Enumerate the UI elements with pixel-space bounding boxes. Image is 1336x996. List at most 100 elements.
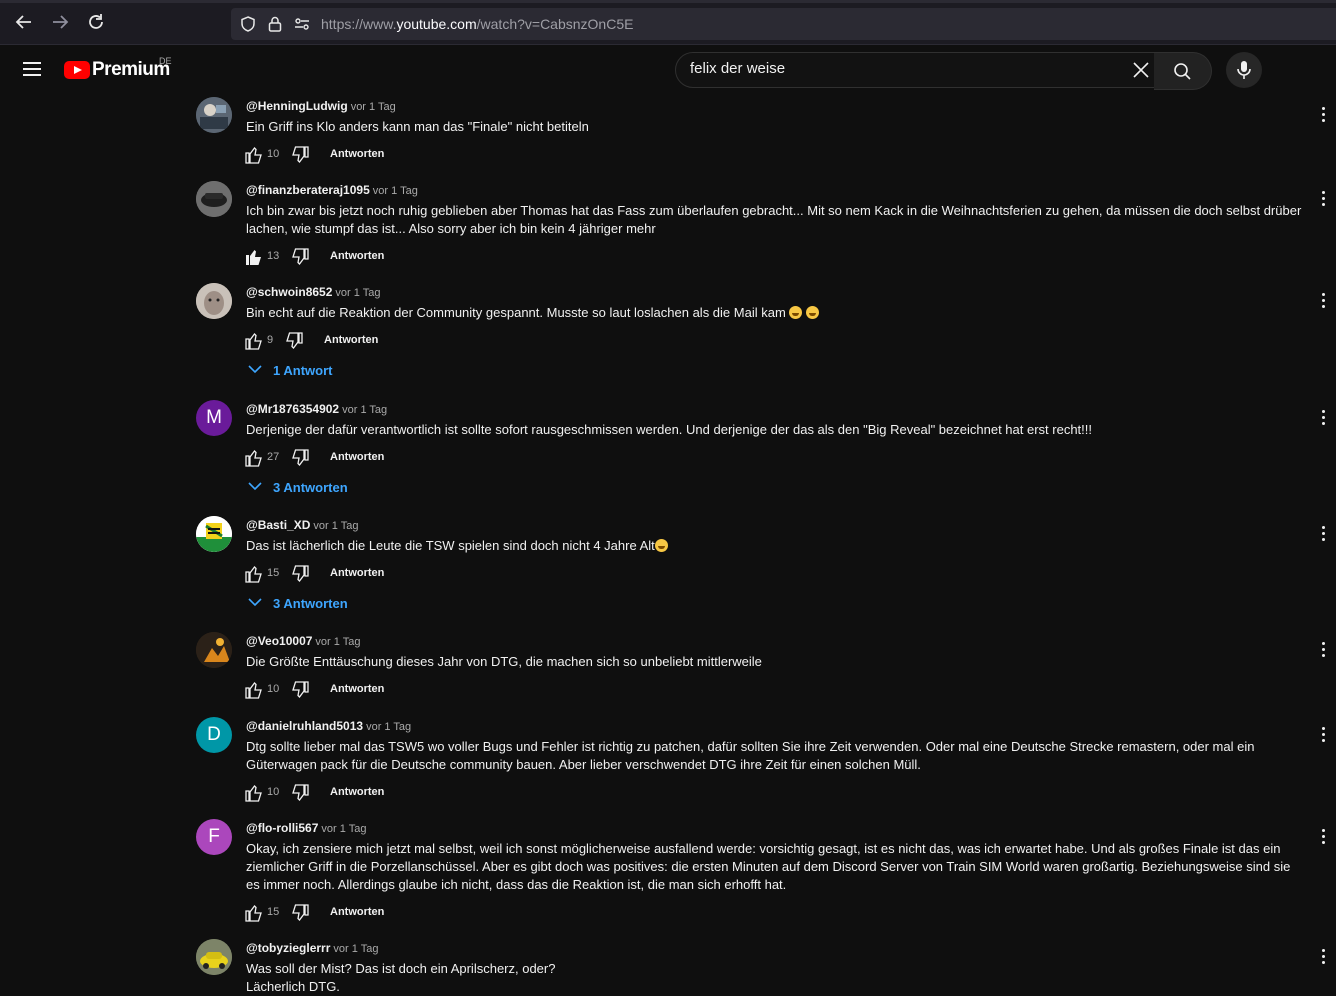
- more-actions-icon[interactable]: [1318, 829, 1328, 847]
- like-count: 10: [267, 148, 280, 160]
- avatar[interactable]: D: [196, 717, 232, 753]
- avatar[interactable]: [196, 181, 232, 217]
- comment-author[interactable]: @finanzberateraj1095: [246, 183, 370, 197]
- reply-button[interactable]: Antworten: [330, 567, 384, 579]
- comment-text-line: Lächerlich DTG.: [246, 979, 340, 994]
- comment-time[interactable]: vor 1 Tag: [373, 185, 418, 197]
- search-button[interactable]: [1154, 52, 1212, 90]
- shield-icon[interactable]: [239, 15, 257, 33]
- lock-icon[interactable]: [266, 15, 284, 33]
- dislike-icon[interactable]: [290, 448, 310, 468]
- like-count: 15: [267, 567, 280, 579]
- search-input[interactable]: [690, 60, 1120, 77]
- voice-search-button[interactable]: [1226, 52, 1262, 88]
- grinning-emoji-icon: [654, 539, 668, 552]
- like-icon[interactable]: [244, 783, 264, 803]
- like-count: 10: [267, 683, 280, 695]
- more-actions-icon[interactable]: [1318, 642, 1328, 660]
- avatar[interactable]: [196, 516, 232, 552]
- dislike-icon[interactable]: [290, 903, 310, 923]
- avatar-letter: D: [207, 724, 221, 745]
- like-icon[interactable]: [244, 331, 264, 351]
- laughing-emoji-icon: [806, 306, 820, 319]
- comment-text: Bin echt auf die Reaktion der Community …: [246, 304, 1306, 322]
- url-text: https://www.youtube.com/watch?v=CabsnzOn…: [321, 16, 634, 32]
- menu-icon[interactable]: [23, 62, 41, 76]
- comment-time[interactable]: vor 1 Tag: [366, 721, 411, 733]
- like-count: 10: [267, 786, 280, 798]
- reply-button[interactable]: Antworten: [330, 906, 384, 918]
- comment-author[interactable]: @flo-rolli567: [246, 821, 318, 835]
- reply-button[interactable]: Antworten: [330, 786, 384, 798]
- avatar[interactable]: [196, 97, 232, 133]
- back-arrow-icon[interactable]: [13, 12, 35, 34]
- more-actions-icon[interactable]: [1318, 107, 1328, 125]
- like-icon[interactable]: [244, 448, 264, 468]
- comment-text-line: Was soll der Mist? Das ist doch ein Apri…: [246, 961, 556, 976]
- dislike-icon[interactable]: [290, 247, 310, 267]
- comment-author[interactable]: @schwoin8652: [246, 285, 332, 299]
- replies-count: 3 Antworten: [273, 596, 348, 611]
- chevron-down-icon: [248, 598, 262, 607]
- avatar[interactable]: [196, 939, 232, 975]
- comment-time[interactable]: vor 1 Tag: [333, 943, 378, 955]
- replies-count: 3 Antworten: [273, 480, 348, 495]
- like-icon[interactable]: [244, 145, 264, 165]
- chevron-down-icon: [248, 365, 262, 374]
- comment-time[interactable]: vor 1 Tag: [313, 520, 358, 532]
- laughing-emoji-icon: [789, 306, 803, 319]
- comment-time[interactable]: vor 1 Tag: [342, 404, 387, 416]
- reload-icon[interactable]: [85, 12, 107, 34]
- comment-text: Ich bin zwar bis jetzt noch ruhig geblie…: [246, 203, 1302, 236]
- country-code: DE: [159, 56, 172, 66]
- avatar[interactable]: F: [196, 819, 232, 855]
- dislike-icon[interactable]: [290, 680, 310, 700]
- comment-time[interactable]: vor 1 Tag: [315, 636, 360, 648]
- comment-text: Die Größte Enttäuschung dieses Jahr von …: [246, 654, 762, 669]
- comment-author[interactable]: @Mr1876354902: [246, 402, 339, 416]
- comment-author[interactable]: @Veo10007: [246, 634, 312, 648]
- more-actions-icon[interactable]: [1318, 191, 1328, 209]
- more-actions-icon[interactable]: [1318, 727, 1328, 745]
- more-actions-icon[interactable]: [1318, 410, 1328, 428]
- avatar[interactable]: [196, 283, 232, 319]
- reply-button[interactable]: Antworten: [330, 451, 384, 463]
- comment-text: Ein Griff ins Klo anders kann man das "F…: [246, 119, 589, 134]
- reply-button[interactable]: Antworten: [330, 683, 384, 695]
- like-icon[interactable]: [244, 564, 264, 584]
- comment-time[interactable]: vor 1 Tag: [321, 823, 366, 835]
- like-count: 27: [267, 451, 280, 463]
- comment-text: Dtg sollte lieber mal das TSW5 wo voller…: [246, 739, 1255, 772]
- forward-arrow-icon[interactable]: [49, 12, 71, 34]
- more-actions-icon[interactable]: [1318, 293, 1328, 311]
- search-box: [675, 52, 1155, 88]
- reply-button[interactable]: Antworten: [324, 334, 378, 346]
- comment-text: Derjenige der dafür verantwortlich ist s…: [246, 422, 1092, 437]
- comment-time[interactable]: vor 1 Tag: [335, 287, 380, 299]
- comment-author[interactable]: @Basti_XD: [246, 518, 310, 532]
- comment-author[interactable]: @danielruhland5013: [246, 719, 363, 733]
- like-icon[interactable]: [244, 903, 264, 923]
- avatar[interactable]: [196, 632, 232, 668]
- more-actions-icon[interactable]: [1318, 526, 1328, 544]
- comment-text: Okay, ich zensiere mich jetzt mal selbst…: [246, 841, 1291, 892]
- permissions-icon[interactable]: [293, 15, 311, 33]
- url-bar[interactable]: https://www.youtube.com/watch?v=CabsnzOn…: [231, 8, 1336, 40]
- reply-button[interactable]: Antworten: [330, 148, 384, 160]
- dislike-icon[interactable]: [284, 331, 304, 351]
- more-actions-icon[interactable]: [1318, 949, 1328, 967]
- comment-text: Was soll der Mist? Das ist doch ein Apri…: [246, 960, 1306, 996]
- clear-search-icon[interactable]: [1131, 60, 1151, 80]
- dislike-icon[interactable]: [290, 564, 310, 584]
- comment-time[interactable]: vor 1 Tag: [351, 101, 396, 113]
- comment-author[interactable]: @HenningLudwig: [246, 99, 348, 113]
- like-icon-filled[interactable]: [244, 247, 264, 267]
- like-icon[interactable]: [244, 680, 264, 700]
- reply-button[interactable]: Antworten: [330, 250, 384, 262]
- dislike-icon[interactable]: [290, 783, 310, 803]
- youtube-header: Premium DE: [0, 45, 1336, 93]
- avatar[interactable]: M: [196, 400, 232, 436]
- youtube-play-icon: [64, 61, 90, 79]
- comment-author[interactable]: @tobyzieglerrr: [246, 941, 330, 955]
- dislike-icon[interactable]: [290, 145, 310, 165]
